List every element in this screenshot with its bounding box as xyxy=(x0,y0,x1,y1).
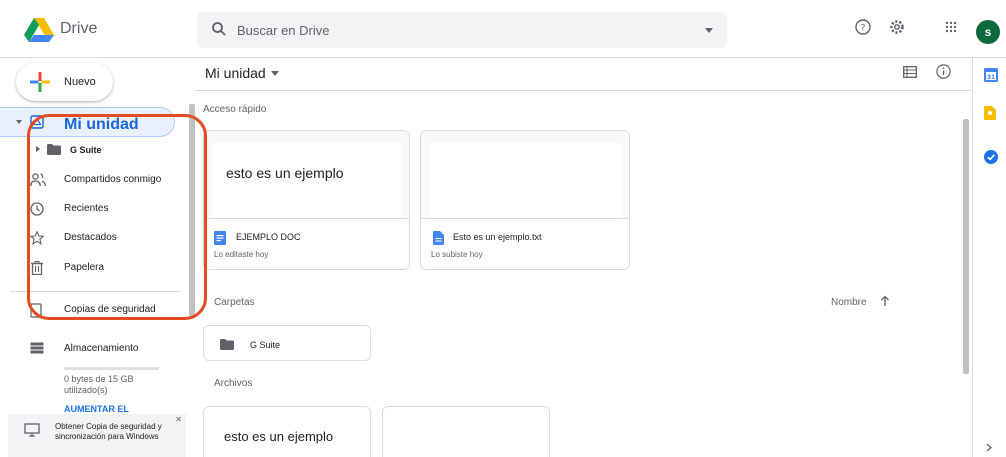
file-name: Esto es un ejemplo.txt xyxy=(453,232,542,242)
file-subtitle: Lo editaste hoy xyxy=(214,250,269,259)
page-title[interactable]: Mi unidad xyxy=(205,65,279,81)
list-view-icon[interactable] xyxy=(903,66,917,78)
files-label: Archivos xyxy=(214,378,253,389)
expand-arrow-icon[interactable] xyxy=(16,120,22,124)
app-name[interactable]: Drive xyxy=(60,20,97,38)
folder-icon xyxy=(220,339,234,350)
new-button[interactable]: Nuevo xyxy=(16,63,113,101)
quick-access-card[interactable]: esto es un ejemplo EJEMPLO DOC Lo editas… xyxy=(203,130,410,270)
file-preview-text: esto es un ejemplo xyxy=(224,429,334,444)
storage-icon xyxy=(30,342,44,354)
storage-usage-bar xyxy=(64,367,159,370)
backup-banner-text: Obtener Copia de seguridad y sincronizac… xyxy=(55,422,162,441)
sidebar-item-label: Almacenamiento xyxy=(64,343,139,354)
page-title-text: Mi unidad xyxy=(205,65,266,81)
header-divider xyxy=(195,90,971,91)
arrow-up-icon[interactable] xyxy=(880,295,890,307)
settings-icon[interactable] xyxy=(889,19,905,35)
file-subtitle: Lo subiste hoy xyxy=(431,250,483,259)
file-name: EJEMPLO DOC xyxy=(236,232,301,242)
chevron-down-icon[interactable] xyxy=(271,71,279,76)
keep-icon[interactable] xyxy=(984,106,996,120)
search-options-icon[interactable] xyxy=(705,28,713,33)
quick-access-card[interactable]: Esto es un ejemplo.txt Lo subiste hoy xyxy=(420,130,630,270)
folder-name: G Suite xyxy=(250,340,281,350)
search-input[interactable] xyxy=(237,12,677,48)
chevron-right-icon[interactable] xyxy=(986,443,992,452)
sort-by-name-label[interactable]: Nombre xyxy=(831,297,867,308)
sidebar-item-storage[interactable]: Almacenamiento xyxy=(0,339,180,361)
search-icon[interactable] xyxy=(211,21,227,37)
search-box[interactable] xyxy=(197,12,727,48)
calendar-icon[interactable]: 31 xyxy=(984,68,998,82)
file-item[interactable] xyxy=(382,406,550,457)
upgrade-storage-link[interactable]: AUMENTAR EL xyxy=(64,404,129,414)
help-icon[interactable]: ? xyxy=(855,19,871,35)
computer-icon xyxy=(24,423,40,437)
side-panel-rail: 31 xyxy=(972,58,1006,457)
file-preview xyxy=(421,131,629,219)
apps-grid-icon[interactable] xyxy=(945,21,957,33)
account-avatar[interactable]: s xyxy=(976,20,1000,44)
quick-access-label: Acceso rápido xyxy=(203,104,267,115)
file-icon xyxy=(433,231,444,245)
main-scrollbar[interactable] xyxy=(963,119,969,374)
highlight-annotation xyxy=(27,114,207,320)
preview-page xyxy=(429,143,621,218)
svg-text:?: ? xyxy=(861,24,866,34)
info-icon[interactable] xyxy=(936,64,951,79)
backup-sync-banner[interactable]: Obtener Copia de seguridad y sincronizac… xyxy=(8,414,186,457)
new-button-label: Nuevo xyxy=(64,76,96,88)
top-bar: Drive ? s xyxy=(0,0,1006,58)
doc-icon xyxy=(214,231,226,245)
close-icon[interactable]: ✕ xyxy=(175,415,182,424)
file-preview: esto es un ejemplo xyxy=(204,131,409,219)
storage-usage-text: 0 bytes de 15 GB utilizado(s) xyxy=(64,374,134,395)
svg-text:31: 31 xyxy=(987,74,995,81)
file-item[interactable]: esto es un ejemplo xyxy=(203,406,371,457)
folder-item[interactable]: G Suite xyxy=(203,325,371,361)
file-preview-text: esto es un ejemplo xyxy=(226,165,344,181)
drive-logo-icon[interactable] xyxy=(24,18,54,42)
tasks-icon[interactable] xyxy=(984,150,998,164)
plus-icon xyxy=(30,72,50,92)
folders-label: Carpetas xyxy=(214,297,255,308)
